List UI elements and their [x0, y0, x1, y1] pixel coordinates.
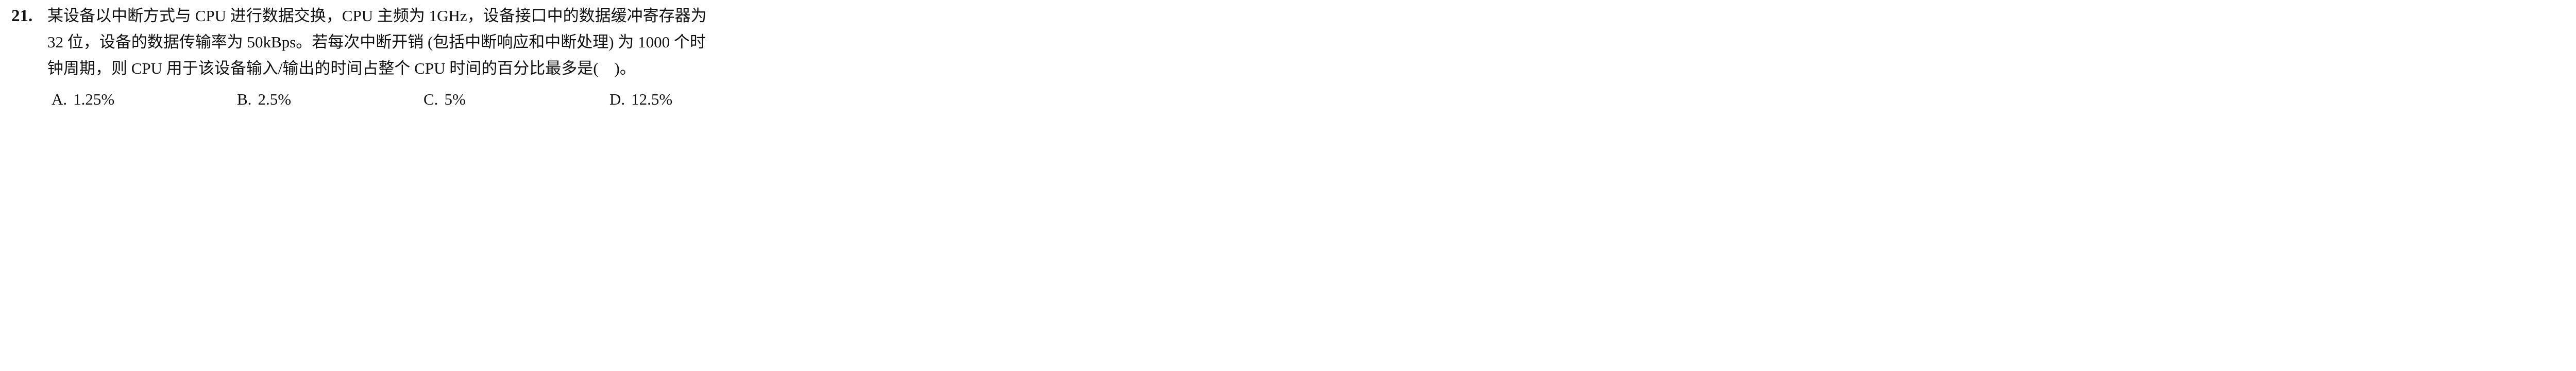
option-d-letter: D.: [609, 90, 625, 108]
option-b-letter: B.: [237, 90, 252, 108]
option-c[interactable]: C. 5%: [423, 87, 466, 112]
option-c-letter: C.: [423, 90, 438, 108]
answer-options: A. 1.25% B. 2.5% C. 5% D. 12.5%: [0, 87, 795, 112]
option-a-text: 1.25%: [73, 90, 115, 108]
option-d[interactable]: D. 12.5%: [609, 87, 672, 112]
option-d-text: 12.5%: [631, 90, 673, 108]
question-text-line-2: 32 位，设备的数据传输率为 50kBps。若每次中断开销 (包括中断响应和中断…: [47, 33, 706, 51]
question-text-line-3: 钟周期，则 CPU 用于该设备输入/输出的时间占整个 CPU 时间的百分比最多是…: [47, 59, 636, 77]
option-b-text: 2.5%: [258, 90, 292, 108]
question-number: 21.: [11, 7, 33, 25]
option-a-letter: A.: [52, 90, 67, 108]
option-b[interactable]: B. 2.5%: [237, 87, 291, 112]
option-c-text: 5%: [444, 90, 466, 108]
option-a[interactable]: A. 1.25%: [52, 87, 114, 112]
question-text-line-1: 某设备以中断方式与 CPU 进行数据交换，CPU 主频为 1GHz，设备接口中的…: [47, 7, 707, 25]
